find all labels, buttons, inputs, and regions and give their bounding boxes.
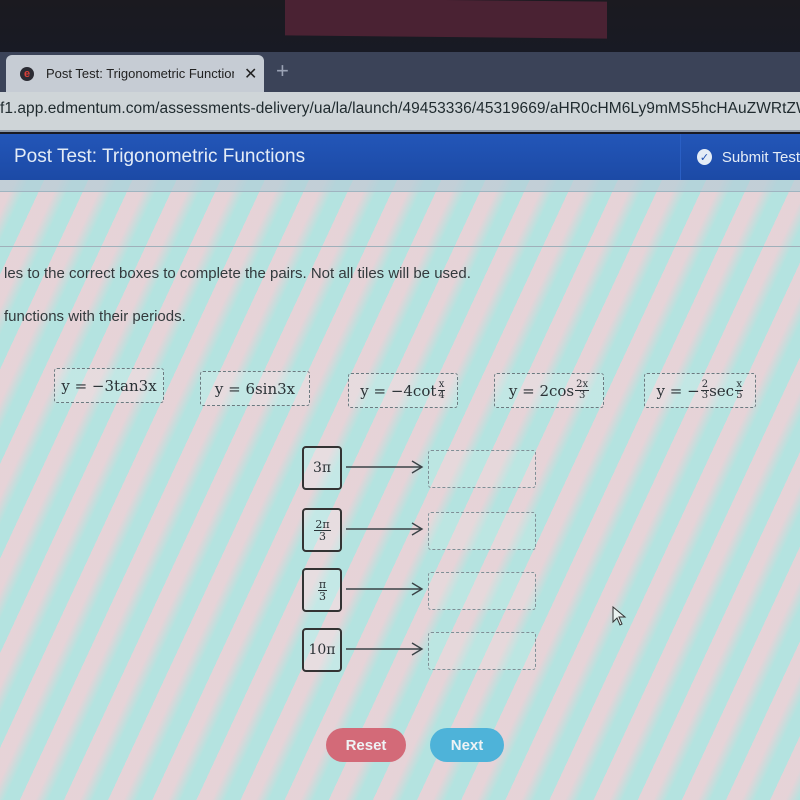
reset-button[interactable]: Reset [326,728,406,762]
period-label-3: π 3 [302,568,342,612]
next-button[interactable]: Next [430,728,504,762]
address-bar[interactable]: f1.app.edmentum.com/assessments-delivery… [0,92,800,132]
toolbar-band [0,180,800,192]
drop-target-4[interactable] [428,632,536,670]
tile-function-1[interactable]: y = −3tan3x [54,368,164,403]
url-text[interactable]: f1.app.edmentum.com/assessments-delivery… [0,100,800,118]
fraction-denominator: 5 [736,390,743,401]
fraction-denominator: 3 [318,529,326,543]
browser-tab[interactable]: e Post Test: Trigonometric Function ✕ [6,55,264,92]
tile-fraction: 2x 3 [575,380,590,401]
arrow-right-icon [346,642,424,656]
new-tab-plus-icon[interactable]: + [276,58,289,84]
pair-row-2: 2π 3 [0,508,800,554]
period-text: 3π [312,460,332,476]
check-circle-icon: ✓ [697,149,712,165]
sticky-note [285,0,607,39]
pair-row-3: π 3 [0,568,800,614]
period-label-1: 3π [302,446,342,490]
arrow-right-icon [346,460,424,474]
fraction-denominator: 3 [701,390,709,401]
instruction-text: les to the correct boxes to complete the… [4,265,471,282]
fraction-denominator: 3 [318,589,326,603]
tile-label: y = − [656,381,700,400]
tile-label: y = 6sin3x [214,379,296,398]
tile-function-3[interactable]: y = −4cot x 4 [348,373,458,408]
fraction-numerator: π [317,577,328,591]
drop-target-2[interactable] [428,512,536,550]
fraction-denominator: 3 [578,390,586,401]
tile-fraction: 2 3 [700,380,710,401]
app-header: Post Test: Trigonometric Functions ✓ Sub… [0,134,800,180]
period-fraction: 2π 3 [314,517,331,543]
tile-label: y = −4cot [360,381,437,400]
question-prompt: functions with their periods. [4,308,186,325]
arrow-right-icon [346,522,424,536]
question-content: les to the correct boxes to complete the… [0,180,800,800]
drop-target-1[interactable] [428,450,536,488]
arrow-right-icon [346,582,424,596]
tile-fraction-2: x 5 [735,380,744,401]
browser-tab-strip: e Post Test: Trigonometric Function ✕ + [0,52,800,92]
drop-target-3[interactable] [428,572,536,610]
tile-function-5[interactable]: y = − 2 3 sec x 5 [644,373,756,408]
edmentum-favicon-icon: e [20,66,34,81]
page-title: Post Test: Trigonometric Functions [14,146,306,167]
period-text: 10π [308,642,336,658]
fraction-numerator: 2π [314,517,331,531]
submit-test-label: Submit Test [721,148,800,166]
divider [0,246,800,247]
mouse-cursor-icon [612,606,627,626]
tile-function-4[interactable]: y = 2cos 2x 3 [494,373,604,408]
tile-label: y = −3tan3x [61,376,157,395]
tile-label-mid: sec [709,381,735,400]
close-tab-icon[interactable]: ✕ [244,64,257,84]
period-fraction: π 3 [317,577,328,603]
tab-title: Post Test: Trigonometric Function [46,66,234,81]
tile-fraction: x 4 [437,380,446,401]
submit-test-button[interactable]: ✓ Submit Test [680,134,800,180]
pair-row-4: 10π [0,628,800,674]
pair-row-1: 3π [0,446,800,492]
period-label-4: 10π [302,628,342,672]
tile-function-2[interactable]: y = 6sin3x [200,371,310,406]
tiles-row: y = −3tan3x y = 6sin3x y = −4cot x 4 y =… [0,368,800,413]
period-label-2: 2π 3 [302,508,342,552]
tile-label: y = 2cos [508,381,575,400]
fraction-denominator: 4 [438,390,445,401]
